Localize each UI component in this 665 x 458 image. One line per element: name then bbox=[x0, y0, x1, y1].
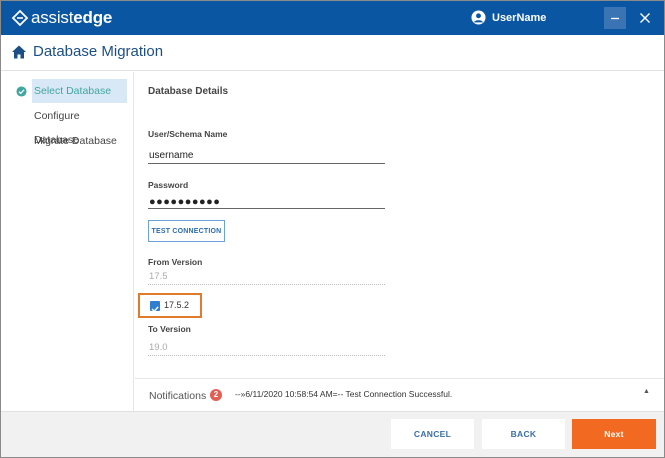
logo-mark-icon bbox=[11, 9, 29, 27]
checkmark-icon bbox=[151, 306, 159, 313]
expand-caret-icon[interactable]: ▲ bbox=[643, 388, 650, 395]
sidebar-item-migrate-database[interactable]: Migrate Database bbox=[32, 129, 127, 153]
test-connection-button[interactable]: TEST CONNECTION bbox=[148, 220, 225, 242]
logo-text: assistedge bbox=[31, 8, 113, 27]
from-version-input bbox=[148, 269, 385, 285]
page-title: Database Migration bbox=[33, 43, 164, 60]
password-label: Password bbox=[148, 180, 189, 190]
page-header: Database Migration bbox=[1, 35, 664, 71]
next-button[interactable]: Next bbox=[572, 419, 656, 449]
user-name: UserName bbox=[492, 11, 547, 24]
check-circle-icon bbox=[16, 86, 27, 97]
notifications-bar[interactable]: Notifications 2 --»6/11/2020 10:58:54 AM… bbox=[135, 378, 664, 411]
from-version-label: From Version bbox=[148, 257, 203, 267]
app-logo: assistedge bbox=[11, 7, 112, 29]
close-button[interactable] bbox=[634, 7, 656, 29]
user-avatar-icon bbox=[471, 10, 486, 25]
title-bar: assistedge UserName bbox=[1, 1, 664, 35]
sidebar-item-configure-database[interactable]: Configure Database bbox=[32, 104, 127, 146]
to-version-input bbox=[148, 340, 385, 356]
back-button[interactable]: BACK bbox=[482, 419, 565, 449]
home-icon[interactable] bbox=[11, 44, 27, 60]
password-value: ●●●●●●●●●● bbox=[149, 196, 221, 208]
app-window: assistedge UserName Database Migration S… bbox=[0, 0, 665, 458]
cancel-button[interactable]: CANCEL bbox=[391, 419, 474, 449]
sidebar-item-select-database[interactable]: Select Database bbox=[32, 79, 127, 103]
to-version-label: To Version bbox=[148, 324, 191, 334]
minimize-button[interactable] bbox=[604, 7, 626, 29]
notifications-count-badge: 2 bbox=[210, 389, 222, 401]
version-checkbox-highlight: 17.5.2 bbox=[138, 293, 202, 318]
version-checkbox-label: 17.5.2 bbox=[164, 300, 190, 310]
user-schema-label: User/Schema Name bbox=[148, 129, 228, 139]
user-schema-input[interactable] bbox=[148, 148, 385, 164]
version-checkbox[interactable] bbox=[150, 301, 160, 313]
close-icon bbox=[640, 13, 650, 23]
sidebar: Select Database Configure Database Migra… bbox=[1, 72, 134, 411]
minimize-icon bbox=[611, 17, 619, 20]
notifications-title: Notifications bbox=[149, 390, 207, 402]
user-menu[interactable]: UserName bbox=[471, 10, 546, 25]
notification-message: --»6/11/2020 10:58:54 AM=-- Test Connect… bbox=[235, 389, 453, 399]
section-title: Database Details bbox=[148, 86, 229, 97]
footer-bar: CANCEL BACK Next bbox=[1, 411, 664, 457]
database-details-panel: Database Details User/Schema Name Passwo… bbox=[135, 72, 664, 378]
